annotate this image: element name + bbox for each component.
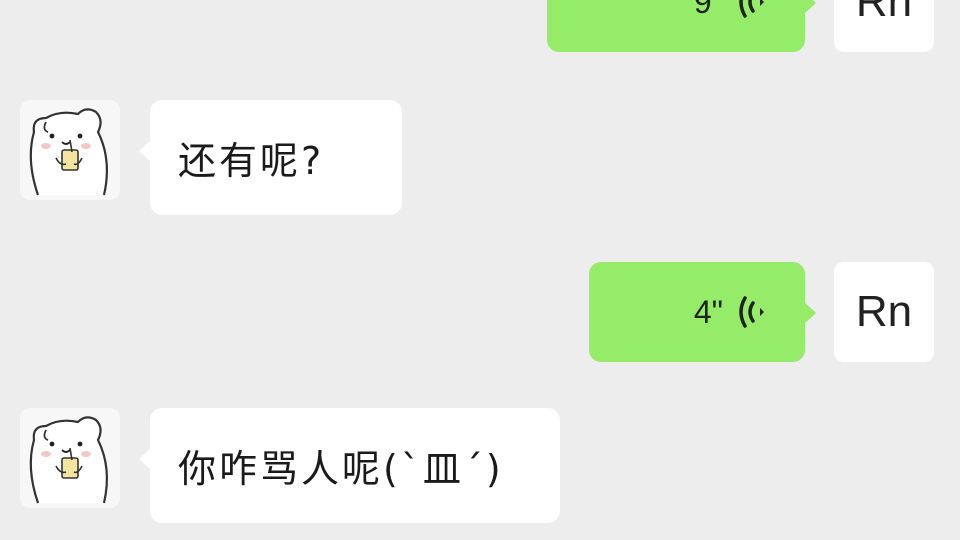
- message-row-outgoing: 9" Rn: [0, 0, 960, 52]
- message-text: 你咋骂人呢(`皿´): [178, 447, 504, 491]
- voice-wave-icon: [739, 0, 764, 18]
- message-row-incoming: 你咋骂人呢(`皿´): [0, 408, 960, 523]
- contact-avatar[interactable]: [20, 100, 120, 200]
- user-avatar[interactable]: Rn: [834, 0, 934, 52]
- message-row-outgoing: 4" Rn: [0, 262, 960, 362]
- user-avatar[interactable]: Rn: [834, 262, 934, 362]
- hamster-avatar-icon: [29, 416, 108, 504]
- voice-duration: 4": [693, 293, 723, 330]
- avatar-initials: Rn: [855, 0, 913, 26]
- message-text: 还有呢?: [178, 139, 325, 183]
- hamster-avatar-icon: [29, 108, 108, 196]
- contact-avatar[interactable]: [20, 408, 120, 508]
- voice-message-bubble[interactable]: 9": [547, 0, 816, 52]
- voice-wave-icon: [739, 296, 764, 328]
- voice-message-bubble[interactable]: 4": [589, 262, 816, 362]
- avatar-initials: Rn: [855, 287, 913, 336]
- chat-message-list[interactable]: 9" Rn 还有呢? 4" Rn 你咋骂人呢(`皿´): [0, 0, 960, 540]
- voice-duration: 9": [693, 0, 723, 20]
- text-message-bubble[interactable]: 你咋骂人呢(`皿´): [139, 408, 560, 523]
- message-row-incoming: 还有呢?: [0, 100, 960, 215]
- text-message-bubble[interactable]: 还有呢?: [139, 100, 402, 215]
